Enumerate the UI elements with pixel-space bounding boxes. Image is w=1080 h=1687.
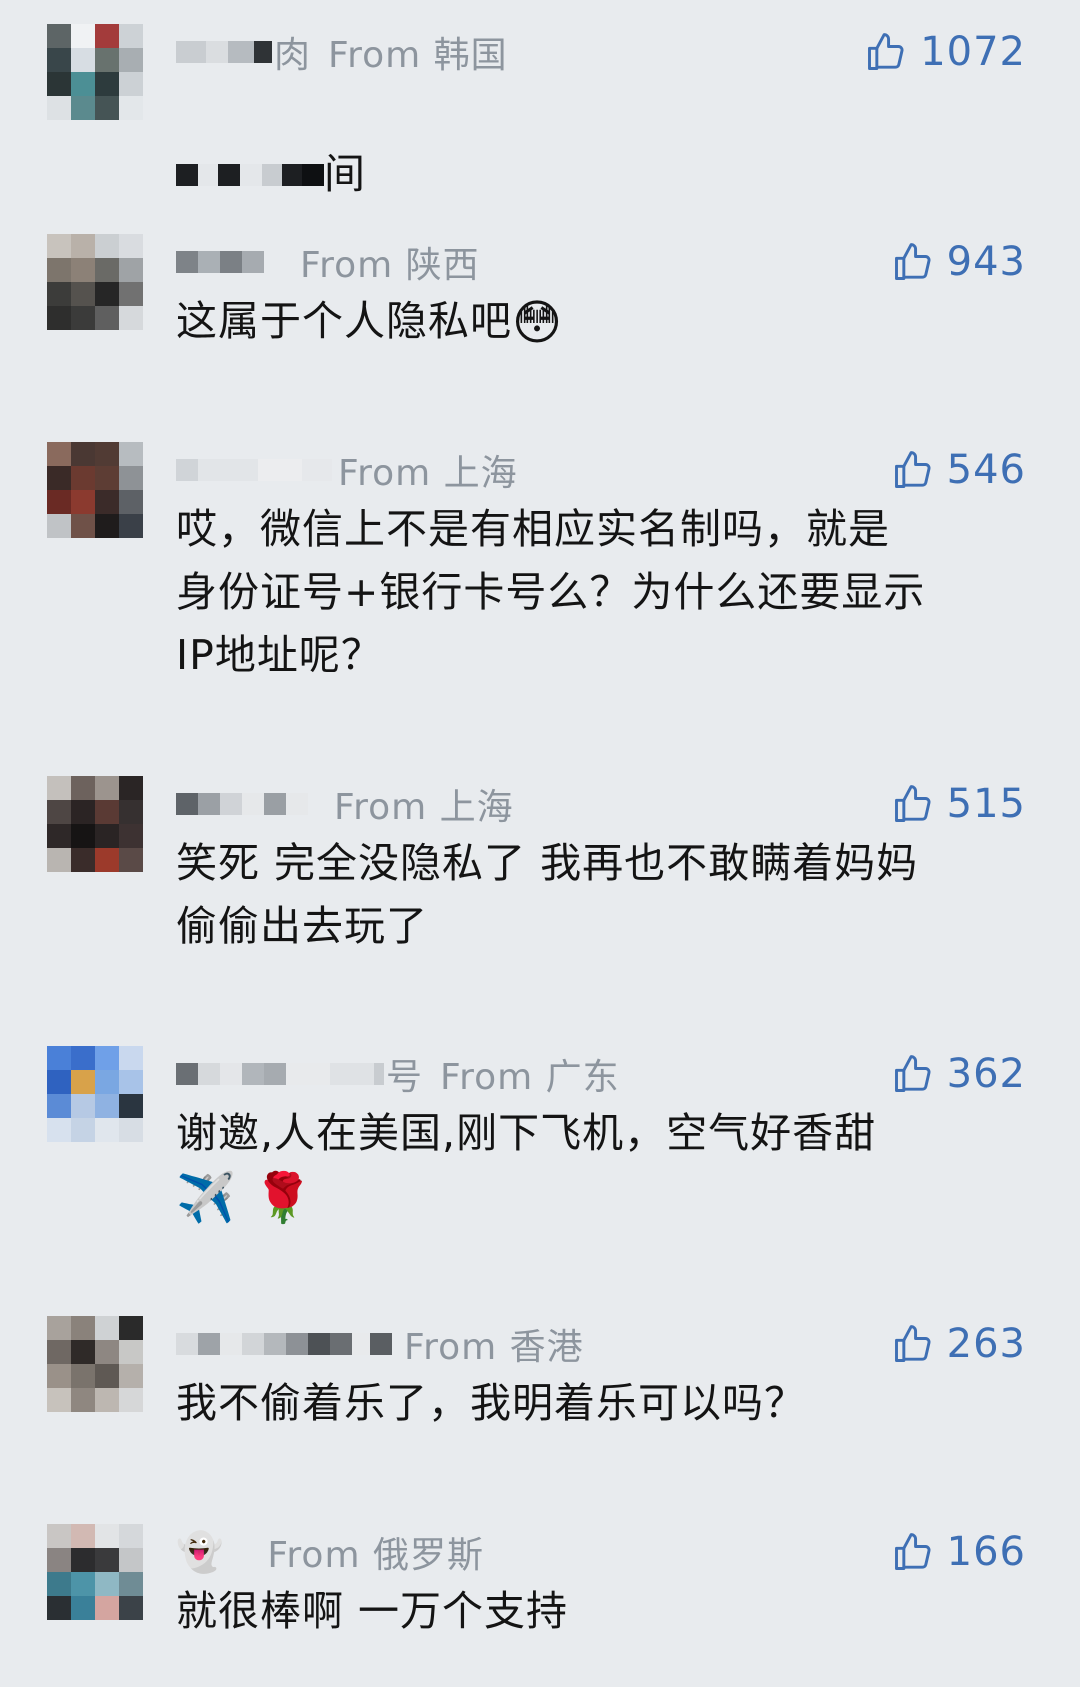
comment-text: 就很棒啊 一万个支持: [176, 1587, 569, 1635]
avatar[interactable]: [47, 24, 143, 120]
comment-text: 笑死 完全没隐私了 我再也不敢瞒着妈妈 偷偷出去玩了: [176, 839, 919, 950]
thumbs-up-icon: [894, 1325, 931, 1362]
comment-meta: From 香港: [176, 1316, 584, 1372]
comment-meta: 肉 From 韩国: [176, 24, 508, 80]
avatar[interactable]: [47, 1046, 143, 1142]
like-count: 166: [946, 1529, 1026, 1575]
username-pixelated[interactable]: [176, 450, 332, 490]
location-label: From 香港: [404, 1327, 584, 1368]
like-button[interactable]: 943: [891, 234, 1026, 290]
thumbs-up-icon: [894, 451, 931, 488]
like-count: 263: [946, 1321, 1026, 1367]
username-pixelated[interactable]: [176, 242, 264, 282]
location-label: From 上海: [338, 453, 518, 494]
like-count: 515: [946, 781, 1026, 827]
avatar[interactable]: [47, 442, 143, 538]
username-pixelated[interactable]: [176, 1324, 392, 1364]
username-pixelated[interactable]: [176, 32, 272, 72]
comment-text-content: 谢邀,人在美国,刚下飞机，空气好香甜: [176, 1109, 877, 1157]
thumbs-up-icon: [894, 1055, 931, 1092]
comment-meta: From 上海: [176, 776, 514, 832]
like-button[interactable]: 546: [891, 442, 1026, 498]
like-button[interactable]: 263: [891, 1316, 1026, 1372]
username-fragment: 肉: [274, 35, 311, 76]
like-button[interactable]: 515: [891, 776, 1026, 832]
location-label: From 俄罗斯: [267, 1535, 484, 1576]
comment-meta: 👻 From 俄罗斯: [176, 1524, 484, 1580]
like-button[interactable]: 362: [891, 1046, 1026, 1102]
like-button[interactable]: 166: [891, 1524, 1026, 1580]
like-count: 1072: [920, 29, 1026, 75]
comment-meta: 号 From 广东: [176, 1046, 620, 1102]
comment-text: 谢邀,人在美国,刚下飞机，空气好香甜 ✈️ 🌹: [176, 1102, 1036, 1230]
avatar[interactable]: [47, 1524, 143, 1620]
username-pixelated[interactable]: [176, 1054, 384, 1094]
thumbs-up-icon: [894, 1533, 931, 1570]
comment-meta: From 陕西: [176, 234, 480, 290]
like-button[interactable]: 1072: [864, 24, 1026, 80]
ghost-emoji-icon[interactable]: 👻: [176, 1533, 223, 1571]
thumbs-up-icon: [894, 785, 931, 822]
username-fragment: 号: [386, 1057, 423, 1098]
like-count: 943: [946, 239, 1026, 285]
comment-text-fragment: 间: [324, 150, 366, 198]
avatar[interactable]: [47, 776, 143, 872]
comment-text: 我不偷着乐了，我明着乐可以吗？: [176, 1379, 806, 1427]
comment-text-content: 这属于个人隐私吧: [176, 297, 512, 345]
flushed-face-emoji-icon: 😳: [512, 295, 564, 351]
avatar[interactable]: [47, 1316, 143, 1412]
location-label: From 韩国: [328, 35, 508, 76]
thumbs-up-icon: [894, 243, 931, 280]
location-label: From 上海: [334, 787, 514, 828]
comment-text: 间: [176, 80, 1036, 206]
comment-text: 哎，微信上不是有相应实名制吗，就是 身份证号+银行卡号么？为什么还要显示 IP地…: [176, 505, 926, 679]
airplane-rose-emoji-icon: ✈️ 🌹: [176, 1170, 314, 1226]
username-pixelated[interactable]: [176, 784, 308, 824]
avatar[interactable]: [47, 234, 143, 330]
comment-text-pixelated: [176, 143, 324, 206]
comment-text: 这属于个人隐私吧😳: [176, 290, 1036, 355]
like-count: 546: [946, 447, 1026, 493]
like-count: 362: [946, 1051, 1026, 1097]
location-label: From 陕西: [300, 245, 480, 286]
thumbs-up-icon: [868, 33, 904, 70]
location-label: From 广东: [440, 1057, 620, 1098]
comment-meta: From 上海: [176, 442, 518, 498]
